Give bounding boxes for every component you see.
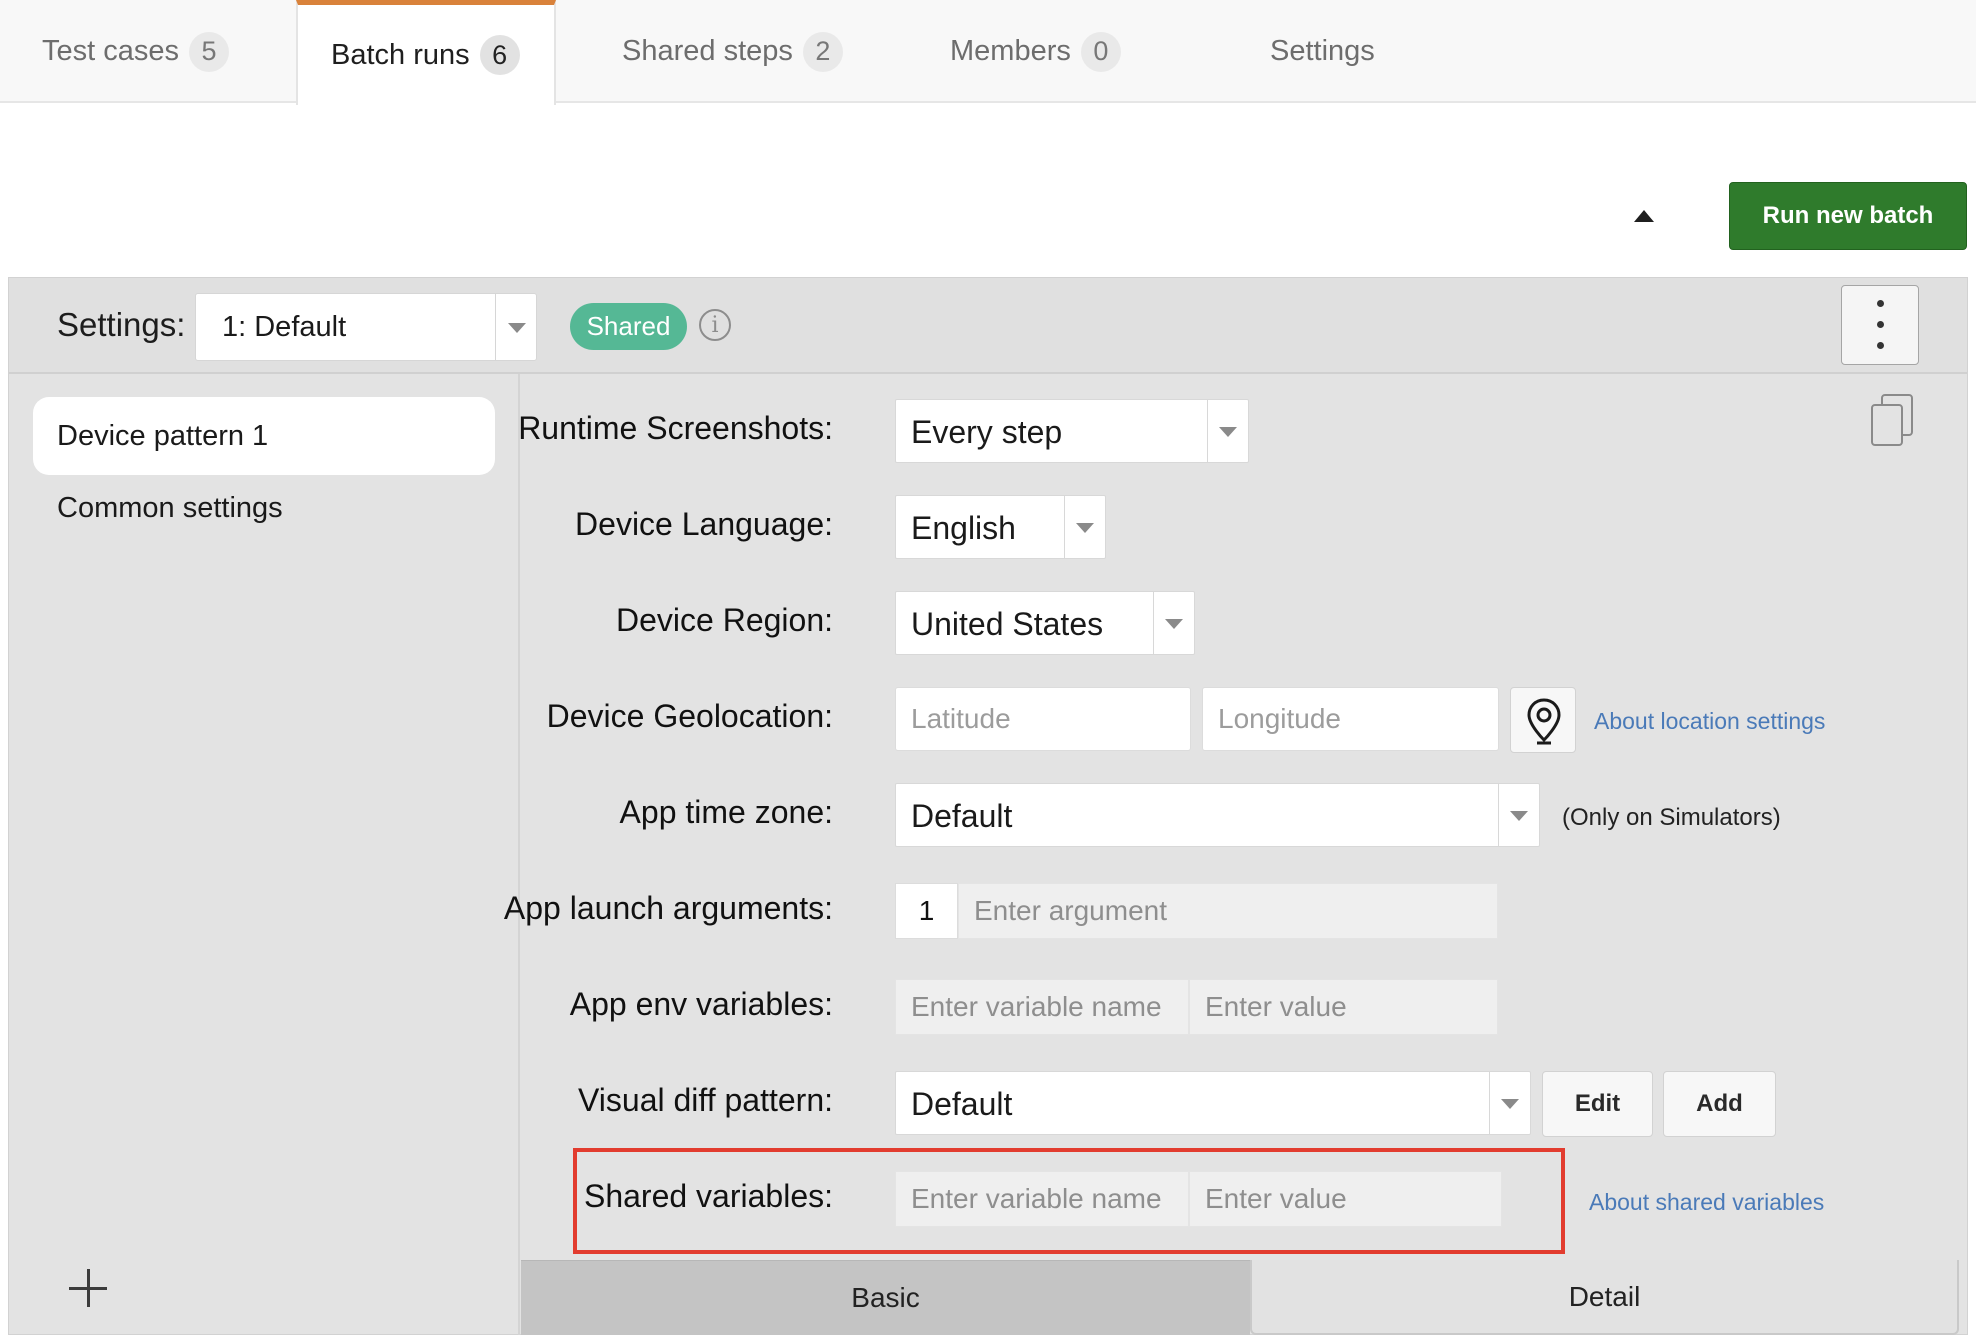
copy-icon[interactable]	[1871, 394, 1917, 448]
plus-icon[interactable]	[69, 1269, 109, 1309]
map-pin-button[interactable]	[1510, 687, 1576, 753]
shared-badge: Shared	[570, 303, 687, 350]
settings-label: Settings:	[57, 306, 186, 343]
shared-variables-label: Shared variables:	[583, 1178, 833, 1214]
tab-count-badge: 5	[189, 31, 229, 72]
simulator-note: (Only on Simulators)	[1562, 804, 1781, 831]
tab-batch-runs[interactable]: Batch runs 6	[296, 0, 556, 105]
app-env-variables-label: App env variables:	[569, 986, 833, 1022]
launch-argument-input[interactable]: Enter argument	[958, 883, 1498, 939]
shared-variable-value-input[interactable]: Enter value	[1189, 1171, 1502, 1227]
runtime-screenshots-select[interactable]: Every step	[895, 399, 1249, 463]
latitude-input[interactable]: Latitude	[895, 687, 1191, 751]
add-button[interactable]: Add	[1663, 1071, 1776, 1137]
settings-form: Runtime Screenshots: Every step Device L…	[504, 374, 1967, 1335]
device-language-label: Device Language:	[575, 506, 833, 542]
tab-detail[interactable]: Detail	[1250, 1260, 1959, 1335]
visual-diff-pattern-label: Visual diff pattern:	[578, 1082, 833, 1118]
longitude-input[interactable]: Longitude	[1202, 687, 1499, 751]
runtime-screenshots-label: Runtime Screenshots:	[518, 410, 833, 446]
sidebar-item-device-pattern-1[interactable]: Device pattern 1	[33, 397, 495, 475]
settings-select[interactable]: 1: Default	[195, 293, 537, 361]
env-variable-value-input[interactable]: Enter value	[1189, 979, 1498, 1035]
tab-settings[interactable]: Settings	[1228, 0, 1448, 103]
argument-index: 1	[895, 883, 958, 939]
sidebar-item-common-settings[interactable]: Common settings	[57, 492, 283, 525]
device-geolocation-label: Device Geolocation:	[546, 698, 833, 734]
tab-label: Members	[950, 35, 1071, 67]
tab-count-badge: 0	[1080, 31, 1121, 72]
tab-test-cases[interactable]: Test cases 5	[0, 0, 296, 103]
top-tab-bar: Test cases 5 Batch runs 6 Shared steps 2…	[0, 0, 1976, 105]
tab-label: Batch runs	[331, 38, 470, 71]
edit-button[interactable]: Edit	[1542, 1071, 1653, 1137]
select-value: Every step	[911, 414, 1063, 450]
chevron-down-icon[interactable]	[1207, 400, 1248, 462]
tab-label: Shared steps	[622, 35, 793, 67]
about-location-settings-link[interactable]: About location settings	[1594, 708, 1825, 735]
settings-header: Settings: 1: Default Shared i	[9, 278, 1967, 374]
tab-shared-steps[interactable]: Shared steps 2	[580, 0, 880, 103]
tab-label: Settings	[1270, 35, 1375, 67]
env-variable-name-input[interactable]: Enter variable name	[895, 979, 1189, 1035]
tab-members[interactable]: Members 0	[908, 0, 1168, 103]
app-launch-arguments-label: App launch arguments:	[503, 890, 833, 926]
tab-label: Test cases	[42, 35, 179, 67]
kebab-menu-icon[interactable]	[1841, 285, 1919, 365]
about-shared-variables-link[interactable]: About shared variables	[1589, 1189, 1824, 1216]
chevron-down-icon[interactable]	[1498, 784, 1539, 846]
chevron-down-icon[interactable]	[1064, 496, 1105, 558]
shared-variable-name-input[interactable]: Enter variable name	[895, 1171, 1189, 1227]
device-region-select[interactable]: United States	[895, 591, 1195, 655]
settings-select-value: 1: Default	[222, 311, 347, 343]
chevron-down-icon[interactable]	[1489, 1072, 1530, 1134]
select-value: English	[911, 510, 1016, 546]
select-value: Default	[911, 1086, 1013, 1122]
device-language-select[interactable]: English	[895, 495, 1106, 559]
app-time-zone-label: App time zone:	[619, 794, 833, 830]
map-pin-icon	[1527, 698, 1561, 745]
visual-diff-pattern-select[interactable]: Default	[895, 1071, 1531, 1135]
app-time-zone-select[interactable]: Default	[895, 783, 1540, 847]
chevron-down-icon[interactable]	[495, 294, 536, 360]
settings-panel: Settings: 1: Default Shared i Device pat…	[8, 277, 1968, 1335]
select-value: Default	[911, 798, 1013, 834]
device-region-label: Device Region:	[616, 602, 833, 638]
tab-basic[interactable]: Basic	[521, 1260, 1250, 1335]
device-pattern-sidebar: Device pattern 1 Common settings	[9, 374, 520, 1335]
run-new-batch-button[interactable]: Run new batch	[1729, 182, 1967, 250]
tab-count-badge: 2	[802, 31, 843, 72]
tab-count-badge: 6	[479, 35, 520, 75]
select-value: United States	[911, 606, 1104, 642]
info-icon[interactable]: i	[699, 309, 731, 341]
caret-up-icon[interactable]	[1634, 210, 1654, 222]
chevron-down-icon[interactable]	[1153, 592, 1194, 654]
